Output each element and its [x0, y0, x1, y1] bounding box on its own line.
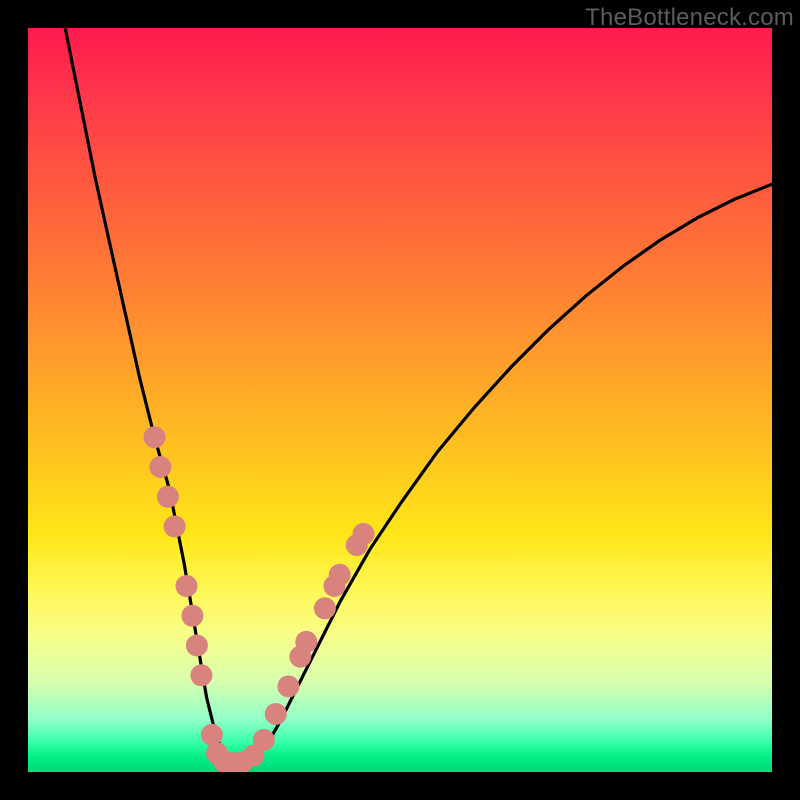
bottleneck-curve	[65, 28, 772, 763]
watermark-text: TheBottleneck.com	[585, 4, 794, 32]
chart-svg	[28, 28, 772, 772]
data-point	[144, 426, 166, 448]
data-point	[176, 575, 198, 597]
data-point	[190, 664, 212, 686]
data-point	[253, 729, 275, 751]
data-point	[295, 631, 317, 653]
data-point	[181, 605, 203, 627]
data-point	[329, 564, 351, 586]
data-point	[277, 675, 299, 697]
data-point	[164, 516, 186, 538]
data-point	[353, 523, 375, 545]
data-point	[186, 635, 208, 657]
data-point	[314, 597, 336, 619]
data-point	[265, 703, 287, 725]
chart-area	[28, 28, 772, 772]
data-point	[149, 456, 171, 478]
data-point	[201, 724, 223, 746]
data-point	[157, 486, 179, 508]
